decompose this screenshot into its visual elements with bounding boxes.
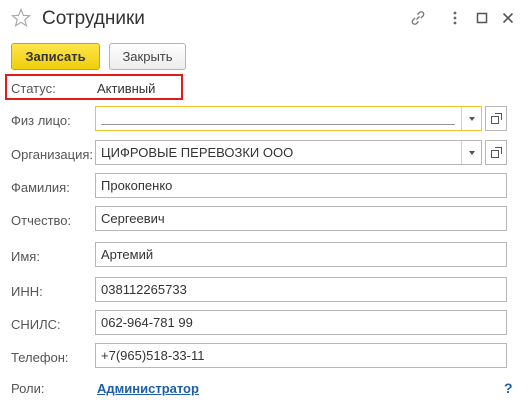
phone-label: Телефон: bbox=[11, 350, 69, 365]
snils-input[interactable]: 062-964-781 99 bbox=[95, 310, 507, 335]
organization-open-button[interactable] bbox=[485, 140, 507, 165]
last-name-value: Прокопенко bbox=[101, 178, 173, 193]
command-bar: Записать Закрыть bbox=[0, 43, 530, 71]
snils-label: СНИЛС: bbox=[11, 317, 61, 332]
last-name-input[interactable]: Прокопенко bbox=[95, 173, 507, 198]
inn-input[interactable]: 038112265733 bbox=[95, 277, 507, 302]
person-label: Физ лицо: bbox=[11, 113, 71, 128]
title-bar: Сотрудники bbox=[0, 0, 530, 38]
patronymic-label: Отчество: bbox=[11, 213, 72, 228]
person-input-underline bbox=[101, 124, 455, 125]
first-name-label: Имя: bbox=[11, 249, 40, 264]
save-button[interactable]: Записать bbox=[11, 43, 100, 70]
close-button[interactable]: Закрыть bbox=[109, 43, 186, 70]
more-icon[interactable] bbox=[447, 10, 463, 26]
first-name-value: Артемий bbox=[101, 247, 154, 262]
patronymic-value: Сергеевич bbox=[101, 211, 165, 226]
help-icon[interactable]: ? bbox=[504, 380, 513, 396]
last-name-label: Фамилия: bbox=[11, 180, 70, 195]
open-icon bbox=[491, 147, 502, 158]
inn-value: 038112265733 bbox=[101, 282, 187, 297]
close-icon[interactable] bbox=[500, 10, 516, 26]
maximize-icon[interactable] bbox=[474, 10, 490, 26]
roles-label: Роли: bbox=[11, 381, 45, 396]
organization-dropdown-button[interactable] bbox=[461, 141, 481, 164]
star-icon[interactable] bbox=[11, 8, 31, 28]
snils-value: 062-964-781 99 bbox=[101, 315, 193, 330]
first-name-input[interactable]: Артемий bbox=[95, 242, 507, 267]
organization-label: Организация: bbox=[11, 147, 94, 162]
person-open-button[interactable] bbox=[485, 106, 507, 131]
status-label: Статус: bbox=[11, 81, 56, 96]
patronymic-input[interactable]: Сергеевич bbox=[95, 206, 507, 231]
window-title: Сотрудники bbox=[42, 8, 145, 29]
link-icon[interactable] bbox=[410, 10, 426, 26]
open-icon bbox=[491, 113, 502, 124]
phone-input[interactable]: +7(965)518-33-11 bbox=[95, 343, 507, 368]
organization-input[interactable]: ЦИФРОВЫЕ ПЕРЕВОЗКИ ООО bbox=[95, 140, 482, 165]
person-input[interactable] bbox=[95, 106, 482, 131]
organization-value: ЦИФРОВЫЕ ПЕРЕВОЗКИ ООО bbox=[101, 145, 294, 160]
status-value: Активный bbox=[97, 81, 156, 96]
inn-label: ИНН: bbox=[11, 284, 43, 299]
person-dropdown-button[interactable] bbox=[461, 107, 481, 130]
role-administrator-link[interactable]: Администратор bbox=[97, 381, 199, 396]
phone-value: +7(965)518-33-11 bbox=[101, 348, 205, 363]
